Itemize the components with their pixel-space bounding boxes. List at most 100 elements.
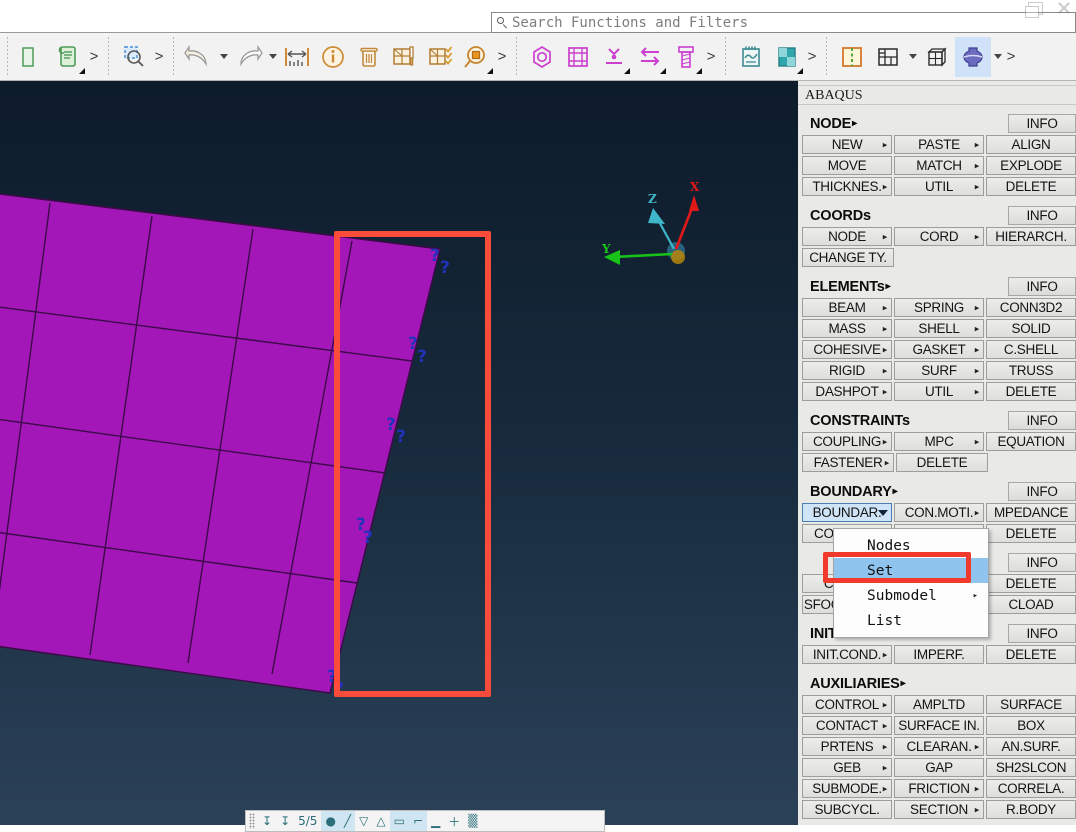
panel-button-con-moti[interactable]: CON.MOTI. ▸ [894, 503, 984, 522]
mesh-2d-icon[interactable] [870, 37, 906, 77]
poly-select-icon[interactable]: ⌐ [408, 811, 428, 831]
plus-icon[interactable]: ＋ [444, 811, 464, 831]
delete-trash-icon[interactable] [351, 37, 387, 77]
chevron-right-icon[interactable]: > [704, 37, 718, 77]
submenu-arrow-icon[interactable]: ▸ [883, 303, 888, 312]
submenu-arrow-icon[interactable]: ▸ [885, 458, 890, 467]
panel-button-move[interactable]: MOVE [802, 156, 892, 175]
panel-button-ampltd[interactable]: AMPLTD [894, 695, 984, 714]
submenu-arrow-icon[interactable]: ▸ [883, 721, 888, 730]
dash-icon[interactable]: ▁ [427, 811, 444, 831]
panel-button-delete[interactable]: DELETE [986, 524, 1076, 543]
panel-button-change-ty[interactable]: CHANGE TY. [802, 248, 894, 267]
undo-icon[interactable] [181, 37, 217, 77]
submenu-arrow-icon[interactable]: ▸ [975, 784, 980, 793]
undo-dropdown-caret[interactable] [217, 37, 230, 77]
panel-button-friction[interactable]: FRICTION ▸ [894, 779, 984, 798]
panel-button-align[interactable]: ALIGN [986, 135, 1076, 154]
panel-button-delete[interactable]: DELETE [986, 645, 1076, 664]
panel-button-surf[interactable]: SURF ▸ [894, 361, 984, 380]
submenu-arrow-icon[interactable]: ▸ [883, 742, 888, 751]
close-icon[interactable] [1057, 2, 1070, 13]
submenu-arrow-icon[interactable]: ▸ [975, 140, 980, 149]
notepad-plot-icon[interactable] [733, 37, 769, 77]
mesh-3d-icon[interactable] [919, 37, 955, 77]
find-entity-icon[interactable] [459, 37, 495, 77]
panel-button-fastener[interactable]: FASTENER ▸ [802, 453, 894, 472]
panel-button-r-body[interactable]: R.BODY [986, 800, 1076, 819]
mesh-check-icon[interactable] [423, 37, 459, 77]
panel-button-rigid[interactable]: RIGID ▸ [802, 361, 892, 380]
section-expand-arrow-icon[interactable]: ▸ [852, 118, 857, 129]
mesh-edit-icon[interactable] [387, 37, 423, 77]
info-button-constraints[interactable]: INFO [1008, 411, 1076, 430]
panel-button-delete[interactable]: DELETE [896, 453, 988, 472]
panel-button-match[interactable]: MATCH ▸ [894, 156, 984, 175]
swap-arrows-icon[interactable] [632, 37, 668, 77]
connector-icon[interactable] [596, 37, 632, 77]
panel-button-gasket[interactable]: GASKET ▸ [894, 340, 984, 359]
submenu-arrow-icon[interactable]: ▸ [883, 345, 888, 354]
panel-button-cohesive[interactable]: COHESIVE ▸ [802, 340, 892, 359]
panel-button-gap[interactable]: GAP [894, 758, 984, 777]
chevron-right-icon[interactable]: > [1004, 37, 1018, 77]
panel-button-cord[interactable]: CORD ▸ [894, 227, 984, 246]
info-button-initcondit[interactable]: INFO [1008, 624, 1076, 643]
elem-size-icon[interactable]: 5/5 [294, 811, 321, 831]
solid-shade-icon[interactable] [955, 36, 991, 77]
model-viewport[interactable]: ? ? ? ? ? ? ? ? ? ? X Z Y [0, 81, 798, 825]
node-pick-icon[interactable]: ↧ [258, 811, 276, 831]
panel-button-imperf[interactable]: IMPERF. [894, 645, 984, 664]
submenu-arrow-icon[interactable]: ▸ [883, 182, 888, 191]
redo-dropdown-caret[interactable] [266, 37, 279, 77]
panel-button-delete[interactable]: DELETE [986, 382, 1076, 401]
submenu-arrow-icon[interactable]: ▸ [975, 232, 980, 241]
info-button-loads[interactable]: INFO [1008, 553, 1076, 572]
panel-button-truss[interactable]: TRUSS [986, 361, 1076, 380]
panel-button-c-shell[interactable]: C.SHELL [986, 340, 1076, 359]
panel-frame-icon[interactable] [560, 37, 596, 77]
submenu-arrow-icon[interactable]: ▸ [975, 742, 980, 751]
section-expand-arrow-icon[interactable]: ▸ [893, 486, 898, 497]
contour-plot-icon[interactable] [769, 37, 805, 77]
section-expand-arrow-icon[interactable]: ▸ [886, 281, 891, 292]
submenu-arrow-icon[interactable]: ▸ [975, 805, 980, 814]
submenu-arrow-icon[interactable]: ▸ [975, 303, 980, 312]
script-scroll-icon[interactable] [51, 37, 87, 77]
panel-button-surface-in[interactable]: SURFACE IN. [894, 716, 984, 735]
panel-button-beam[interactable]: BEAM ▸ [802, 298, 892, 317]
panel-button-thicknes[interactable]: THICKNES. ▸ [802, 177, 892, 196]
solid-shade-dropdown-caret[interactable] [991, 37, 1004, 77]
point-icon[interactable]: ● [321, 811, 340, 831]
menu-item-list[interactable]: List [834, 608, 988, 633]
panel-button-geb[interactable]: GEB ▸ [802, 758, 892, 777]
down-tri-icon[interactable]: ▽ [355, 811, 372, 831]
info-button-coords[interactable]: INFO [1008, 206, 1076, 225]
panel-button-contact[interactable]: CONTACT ▸ [802, 716, 892, 735]
info-button-boundary[interactable]: INFO [1008, 482, 1076, 501]
submenu-arrow-icon[interactable]: ▸ [883, 700, 888, 709]
panel-button-dashpot[interactable]: DASHPOT ▸ [802, 382, 892, 401]
submenu-arrow-icon[interactable]: ▸ [883, 763, 888, 772]
panel-button-mpedance[interactable]: MPEDANCE [986, 503, 1076, 522]
restore-icon[interactable] [1025, 2, 1043, 18]
viewport-bottom-toolbar[interactable]: ↧ ↧ 5/5 ● ╱ ▽ △ ▭ ⌐ ▁ ＋ ▒ [245, 810, 605, 832]
submenu-arrow-icon[interactable]: ▸ [975, 324, 980, 333]
rect-select-icon[interactable]: ▭ [389, 811, 409, 831]
submenu-arrow-icon[interactable]: ▸ [883, 366, 888, 375]
panel-button-delete[interactable]: DELETE [986, 574, 1076, 593]
submenu-arrow-icon[interactable]: ▸ [975, 161, 980, 170]
toolbar-grip[interactable] [249, 813, 255, 829]
chevron-right-icon[interactable]: > [805, 37, 819, 77]
chevron-right-icon[interactable]: > [495, 37, 509, 77]
submenu-arrow-icon[interactable]: ▸ [883, 784, 888, 793]
panel-button-coupling[interactable]: COUPLING ▸ [802, 432, 892, 451]
panel-button-conn3d2[interactable]: CONN3D2 [986, 298, 1076, 317]
panel-button-prtens[interactable]: PRTENS ▸ [802, 737, 892, 756]
panel-button-init-cond[interactable]: INIT.COND. ▸ [802, 645, 892, 664]
panel-button-boundar[interactable]: BOUNDAR. [802, 503, 892, 522]
submenu-arrow-icon[interactable]: ▸ [975, 366, 980, 375]
panel-button-util[interactable]: UTIL ▸ [894, 177, 984, 196]
panel-button-mpc[interactable]: MPC ▸ [894, 432, 984, 451]
panel-button-control[interactable]: CONTROL ▸ [802, 695, 892, 714]
